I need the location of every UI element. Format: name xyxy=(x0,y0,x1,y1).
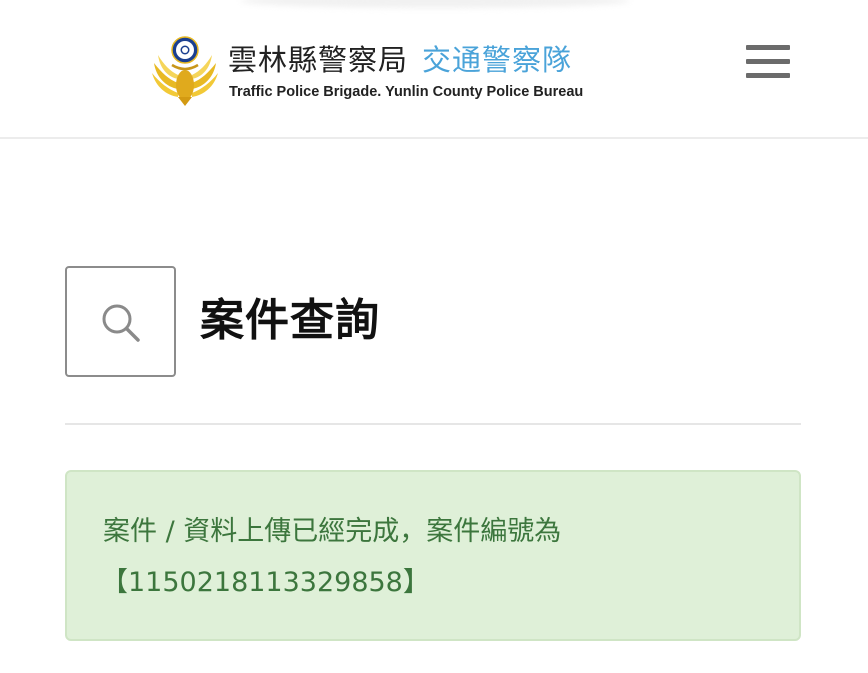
alert-message: 案件 / 資料上傳已經完成，案件編號為 xyxy=(103,516,562,547)
site-title[interactable]: 雲林縣警察局 交通警察隊 xyxy=(228,42,572,78)
org-name: 雲林縣警察局 xyxy=(228,43,409,77)
case-number: 【1150218113329858】 xyxy=(101,567,430,598)
success-alert: 案件 / 資料上傳已經完成，案件編號為 【1150218113329858】 xyxy=(65,470,801,641)
unit-name: 交通警察隊 xyxy=(422,43,573,77)
divider xyxy=(65,423,801,425)
menu-bar xyxy=(746,73,790,78)
menu-bar xyxy=(746,59,790,64)
top-navbar: 雲林縣警察局 交通警察隊 Traffic Police Brigade. Yunl… xyxy=(0,0,868,139)
page-title: 案件查詢 xyxy=(200,295,380,346)
search-icon xyxy=(102,304,140,342)
navbar-shadow xyxy=(240,0,630,8)
search-icon-box xyxy=(65,266,176,377)
hamburger-menu-icon[interactable] xyxy=(744,42,792,82)
site-subtitle: Traffic Police Brigade. Yunlin County Po… xyxy=(229,84,584,100)
menu-bar xyxy=(746,45,790,50)
police-emblem-icon[interactable] xyxy=(148,33,222,107)
page: 雲林縣警察局 交通警察隊 Traffic Police Brigade. Yunl… xyxy=(0,0,868,673)
